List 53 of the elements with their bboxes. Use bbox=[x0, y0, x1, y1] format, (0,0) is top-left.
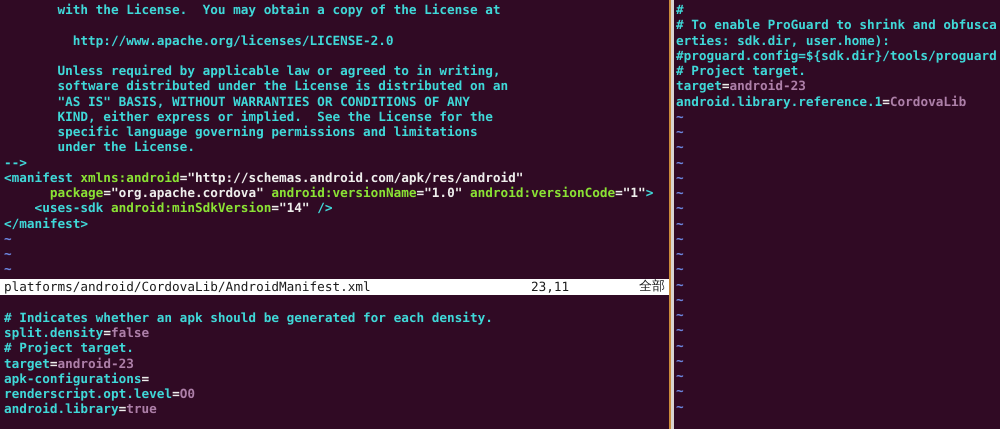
code-line: apk-configurations= bbox=[4, 370, 150, 386]
empty-line-marker: ~ bbox=[676, 216, 684, 230]
empty-line-marker: ~ bbox=[676, 261, 684, 276]
code-line: <uses-sdk android:minSdkVersion="14" /> bbox=[34, 200, 332, 216]
code-line: android.library=true bbox=[4, 401, 157, 416]
code-line: Unless required by applicable law or agreed to in writing, bbox=[56, 63, 501, 78]
code-line: <manifest xmlns:android="http://schemas.android.com/apk/res/android" bbox=[4, 170, 524, 185]
empty-line-marker: ~ bbox=[676, 338, 684, 352]
code-line: # Indicates whether an apk should be generated for each density. bbox=[4, 310, 493, 325]
empty-line-marker: ~ bbox=[4, 261, 12, 276]
empty-line-marker: ~ bbox=[676, 230, 684, 246]
scroll-position: 全部 bbox=[639, 278, 665, 294]
code-line: KIND, either express or implied. See the License for the bbox=[56, 108, 493, 124]
code-line: split.density=false bbox=[4, 325, 150, 340]
code-line: software distributed under the License is distributed on an bbox=[56, 78, 508, 94]
empty-line-marker: ~ bbox=[676, 246, 684, 261]
code-line: </manifest> bbox=[4, 216, 88, 230]
code-line: specific language governing permissions and limitations bbox=[56, 124, 478, 139]
code-line: # Project target. bbox=[4, 340, 134, 356]
code-line: erties: sdk.dir, user.home): bbox=[676, 32, 890, 48]
code-line: #proguard.config=${sdk.dir}/tools/proguard bbox=[676, 48, 997, 63]
empty-line-marker: ~ bbox=[676, 185, 684, 200]
code-line: http://www.apache.org/licenses/LICENSE-2.0 bbox=[72, 32, 394, 48]
empty-line-marker: ~ bbox=[676, 276, 684, 292]
empty-line-marker: ~ bbox=[676, 154, 684, 170]
code-line: renderscript.opt.level=O0 bbox=[4, 386, 195, 401]
code-line: "AS IS" BASIS, WITHOUT WARRANTIES OR CONDITIONS OF ANY bbox=[56, 94, 470, 108]
empty-line-marker: ~ bbox=[676, 307, 684, 322]
empty-line-marker: ~ bbox=[676, 124, 684, 139]
code-line: package="org.apache.cordova" android:versionName="1.0" android:versionCode="1"> bbox=[48, 185, 654, 200]
empty-line-marker: ~ bbox=[676, 398, 684, 414]
empty-line-marker: ~ bbox=[676, 200, 684, 216]
empty-line-marker: ~ bbox=[676, 383, 684, 398]
code-line: # Project target. bbox=[676, 63, 806, 78]
code-line: with the License. You may obtain a copy of the License at bbox=[56, 2, 501, 17]
empty-line-marker: ~ bbox=[676, 352, 684, 368]
empty-line-marker: ~ bbox=[676, 322, 684, 338]
empty-line-marker: ~ bbox=[676, 368, 684, 383]
empty-line-marker: ~ bbox=[676, 108, 684, 124]
file-path: platforms/android/CordovaLib/AndroidManifest.xml bbox=[4, 278, 372, 294]
code-line: android.library.reference.1=CordovaLib bbox=[676, 94, 966, 108]
code-line: # bbox=[676, 2, 684, 17]
empty-line-marker: ~ bbox=[4, 246, 12, 261]
empty-line-marker: ~ bbox=[676, 139, 684, 154]
code-line: target=android-23 bbox=[4, 356, 134, 370]
code-line: target=android-23 bbox=[676, 78, 806, 94]
empty-line-marker: ~ bbox=[676, 170, 684, 185]
cursor-position: 23,11 bbox=[531, 278, 570, 294]
code-line: --> bbox=[4, 154, 27, 170]
empty-line-marker: ~ bbox=[676, 292, 684, 307]
empty-line-marker: ~ bbox=[4, 230, 12, 246]
code-line: under the License. bbox=[56, 139, 195, 154]
code-line: # To enable ProGuard to shrink and obfusca bbox=[676, 17, 997, 32]
